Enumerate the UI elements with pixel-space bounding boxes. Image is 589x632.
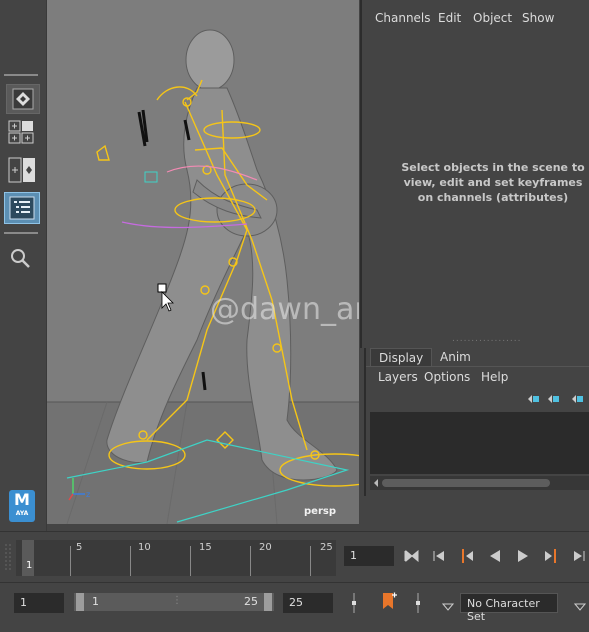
animation-start-field[interactable]: 1: [14, 593, 64, 613]
character-set-menu-button[interactable]: [573, 597, 587, 616]
edit-menu[interactable]: Edit: [438, 11, 461, 25]
step-back-button[interactable]: [430, 548, 448, 564]
tab-display[interactable]: Display: [370, 348, 433, 366]
camera-label: persp: [304, 506, 336, 517]
tick-mark: [190, 546, 191, 576]
layer-tool-icons: [528, 395, 583, 403]
go-to-start-button[interactable]: [402, 548, 420, 564]
scroll-left-icon[interactable]: [372, 476, 380, 490]
svg-text:z: z: [86, 490, 90, 499]
play-backwards-icon: [490, 550, 500, 562]
play-forwards-icon: [518, 550, 528, 562]
step-back-key-icon: [462, 549, 473, 563]
perspective-viewport[interactable]: z @dawn_arc persp: [47, 0, 359, 524]
toolbar-separator: [4, 232, 38, 234]
current-frame-field[interactable]: 1: [344, 546, 394, 566]
range-start-handle[interactable]: [76, 593, 84, 611]
channel-box-panel: Channels Edit Object Show Select objects…: [360, 0, 589, 348]
tab-divider: [366, 366, 589, 367]
scene-canvas: z: [47, 29, 359, 524]
time-slider: 1 5 10 15 20 25 1: [0, 531, 589, 582]
object-menu[interactable]: Object: [473, 11, 512, 25]
new-layer-icon[interactable]: [572, 395, 583, 403]
go-to-start-icon: [404, 550, 419, 562]
range-end-handle[interactable]: [264, 593, 272, 611]
two-pane-icon: [8, 157, 35, 183]
timeline-drag-handle[interactable]: [2, 540, 16, 576]
step-forward-icon: [574, 551, 585, 561]
outliner-list-icon: [9, 196, 35, 220]
search-icon: [11, 249, 30, 268]
show-menu[interactable]: Show: [522, 11, 554, 25]
tick-label: 10: [138, 542, 151, 553]
tick-mark: [70, 546, 71, 576]
step-back-icon: [433, 551, 444, 561]
horizontal-scrollbar[interactable]: [370, 476, 589, 490]
single-view-layout-button[interactable]: [6, 84, 40, 114]
four-pane-icon: [8, 120, 34, 144]
toolbar-separator: [4, 74, 38, 76]
options-menu[interactable]: Options: [424, 370, 470, 384]
outliner-layout-button[interactable]: [4, 192, 40, 224]
tick-label: 20: [259, 542, 272, 553]
character-set-field[interactable]: No Character Set: [460, 593, 558, 623]
tick-mark: [310, 546, 311, 576]
panel-resize-handle[interactable]: ..................: [452, 334, 522, 344]
layer-editor-panel: Display Anim Layers Options Help: [364, 348, 589, 496]
maya-logo-text: AYA: [15, 510, 29, 517]
play-forwards-button[interactable]: [514, 548, 532, 564]
current-frame-marker: 1: [26, 560, 33, 571]
maya-logo: M AYA: [9, 490, 35, 522]
left-toolbar: [0, 0, 47, 531]
separator-grip: [352, 593, 356, 613]
watermark-text: @dawn_arc: [210, 292, 359, 327]
layout-diamond-icon: [12, 88, 34, 110]
tick-label: 5: [76, 542, 83, 553]
range-slider[interactable]: 1 ⋮ 25: [74, 593, 274, 611]
four-view-layout-button[interactable]: [6, 118, 38, 146]
search-button[interactable]: [4, 244, 36, 272]
layers-menu[interactable]: Layers: [378, 370, 418, 384]
empty-selection-message: Select objects in the scene to view, edi…: [401, 161, 585, 204]
step-forward-button[interactable]: [570, 548, 588, 564]
maya-logo-letter: M: [14, 490, 30, 509]
step-forward-key-icon: [545, 549, 556, 563]
auto-keyframe-button[interactable]: [380, 591, 398, 617]
chevron-down-icon: [573, 603, 587, 611]
separator-grip: [416, 593, 420, 613]
step-back-key-button[interactable]: [458, 548, 476, 564]
step-forward-key-button[interactable]: [542, 548, 560, 564]
move-layer-up-icon[interactable]: [528, 395, 539, 403]
tick-mark: [130, 546, 131, 576]
layer-list[interactable]: [370, 412, 589, 474]
channels-menu[interactable]: Channels: [375, 11, 431, 25]
range-slider-row: 1 1 ⋮ 25 25 No Character Set: [0, 582, 589, 632]
auto-key-icon: [383, 592, 397, 609]
scrollbar-thumb[interactable]: [382, 479, 550, 487]
two-view-layout-button[interactable]: [6, 156, 38, 184]
chevron-down-icon: [441, 603, 455, 611]
range-end-label: 25: [244, 595, 258, 608]
character-set-dropdown-arrow[interactable]: [441, 597, 455, 616]
play-backwards-button[interactable]: [486, 548, 504, 564]
tab-anim[interactable]: Anim: [432, 348, 479, 366]
tick-label: 15: [199, 542, 212, 553]
help-menu[interactable]: Help: [481, 370, 508, 384]
range-grip-icon: ⋮: [172, 595, 182, 606]
range-start-label: 1: [92, 595, 99, 608]
move-layer-down-icon[interactable]: [548, 395, 559, 403]
tick-label: 25: [320, 542, 333, 553]
time-ruler[interactable]: 1 5 10 15 20 25: [16, 540, 336, 576]
animation-end-field[interactable]: 25: [283, 593, 333, 613]
tick-mark: [250, 546, 251, 576]
